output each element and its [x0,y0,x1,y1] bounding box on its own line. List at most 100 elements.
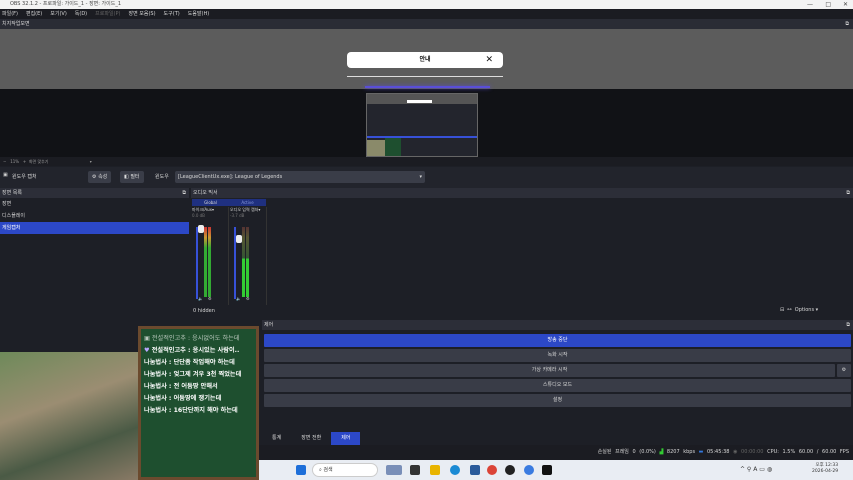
start-virtual-camera-button[interactable]: 가상 카메라 시작 [264,364,835,377]
menu-view[interactable]: 보기(V) [50,9,67,19]
window-icon: ▣ [3,172,8,178]
filters-button[interactable]: ◧ 필터 [120,171,144,183]
tab-controls[interactable]: 제어 [331,432,361,445]
preview-canvas[interactable]: 안내 ✕ [0,29,853,157]
layout-icon[interactable]: ⊟ [780,307,784,313]
zoom-in-button[interactable]: + [23,159,26,164]
options-button[interactable]: Options ▾ [795,307,818,313]
tab-stats[interactable]: 통계 [262,432,291,445]
zoom-level: 11% [10,159,20,164]
app-icon[interactable] [524,465,534,475]
filter-icon: ◧ [124,174,129,180]
filters-label: 필터 [130,174,140,180]
window-select-value: [LeagueClientUx.exe]: League of Legends [178,174,283,180]
preview-dock-header: 치지작업모면 ⧉ [0,19,853,29]
scene-item[interactable]: 장면 [0,198,189,210]
tab-global[interactable]: Global [192,199,229,206]
title-bar: OBS 32.1.2 - 프로파일: 가이드_1 - 장면: 가이드_1 — □… [0,0,853,9]
close-button[interactable]: ✕ [843,0,848,9]
start-recording-button[interactable]: 녹화 시작 [264,349,851,362]
gear-icon[interactable]: ⚙ [208,296,212,301]
studio-mode-button[interactable]: 스튜디오 모드 [264,379,851,392]
controls-title: 제어 [264,322,274,328]
controls-header: 제어 ⧉ [262,320,853,330]
menu-docks[interactable]: 독(D) [75,9,87,19]
app-icon[interactable] [542,465,552,475]
menu-edit[interactable]: 편집(E) [26,9,42,19]
tray-icons[interactable]: ^ ⚲ A ▭ ◍ [740,466,772,473]
speaker-icon[interactable]: 🔈 [236,296,241,301]
divider [347,76,503,77]
volume-slider[interactable] [196,225,204,299]
cpu-usage: CPU: 1.5% [767,449,796,455]
gear-icon: ⚙ [841,367,847,373]
chat-message: 나눔법사 : 엊그제 겨우 3천 찍었는데 [144,371,242,378]
tab-active[interactable]: Active [229,199,266,206]
chat-message: 나눔법사 : 16단단까지 해야 하는데 [144,407,238,414]
stream-icon: ▬ [698,449,704,455]
badge-icon: ▣ [144,335,150,342]
menu-help[interactable]: 도움말(H) [188,9,209,19]
link-icon[interactable]: ⚯ [787,307,791,313]
dialog-title: 안내 [419,56,431,63]
mixer-tabs: Global Active [192,199,266,206]
dock-popout-icon[interactable]: ⧉ [846,320,850,330]
properties-button[interactable]: ⚙ 속성 [88,171,112,183]
dock-popout-icon[interactable]: ⧉ [182,188,186,198]
source-name: 윈도우 캡처 [12,174,37,180]
bottom-tabs: 통계 장면 전환 제어 [262,432,361,445]
start-icon[interactable] [296,465,306,475]
edge-icon[interactable] [450,465,460,475]
menu-profile[interactable]: 프로파일(P) [95,9,120,19]
volume-meter [242,227,245,297]
scenes-title: 장면 목록 [2,190,22,196]
hidden-count: 0 hidden [193,308,215,314]
nested-preview-thumbnail [366,93,478,157]
search-label: 검색 [323,467,333,473]
chat-overlay: ▣ 전설적인고추 : 응시없어도 하는데 ♥ 전설적인고추 : 응시있는 사람이… [138,326,259,480]
minimize-button[interactable]: — [807,0,813,9]
highlight-bar [365,86,490,88]
search-icon: ⌕ [319,467,322,473]
webcam-overlay [0,352,140,480]
stop-streaming-button[interactable]: 방송 중단 [264,334,851,347]
scene-item[interactable]: 디스플레이 [0,210,189,222]
channel-db: -3.7 dB [230,213,245,218]
fit-to-screen-button[interactable]: 화면 맞추기 [29,159,49,164]
settings-button[interactable]: 설정 [264,394,851,407]
menu-tools[interactable]: 도구(T) [164,9,180,19]
volume-meter [204,227,207,297]
menu-file[interactable]: 파일(F) [2,9,18,19]
volume-slider[interactable] [234,227,242,299]
clock[interactable]: 오후 12:33 2026-04-29 [812,463,838,475]
taskbar-search[interactable]: ⌕ 검색 [312,463,378,477]
zoom-out-button[interactable]: − [3,159,6,164]
tab-scene-transitions[interactable]: 장면 전환 [291,432,331,445]
widget-icon[interactable] [386,465,402,475]
menu-scene-collection[interactable]: 장면 모음(S) [128,9,155,19]
chat-message: 나눔법사 : 단단좀 작업해야 하는데 [144,359,235,366]
gear-icon[interactable]: ⚙ [246,296,250,301]
obs-icon[interactable] [505,465,515,475]
dock-popout-icon[interactable]: ⧉ [845,19,849,29]
chrome-icon[interactable] [487,465,497,475]
virtual-camera-settings-button[interactable]: ⚙ [837,364,851,377]
store-icon[interactable] [470,465,480,475]
source-toolbar: ▣ 윈도우 캡처 ⚙ 속성 ◧ 필터 윈도우 [LeagueClientUx.e… [0,167,853,188]
maximize-button[interactable]: □ [825,0,831,9]
speaker-icon[interactable]: 🔈 [198,296,203,301]
stream-time: 05:45:38 [707,449,730,455]
window-select[interactable]: [LeagueClientUx.exe]: League of Legends ▾ [175,171,425,183]
mixer-footer: ⊟ ⚯ Options ▾ [780,307,818,313]
task-view-icon[interactable] [410,465,420,475]
mixer-title: 오디오 믹서 [193,190,218,196]
folder-icon[interactable] [430,465,440,475]
chevron-down-icon: ▾ [419,174,422,180]
chat-message: 나눔법사 : 어둠땅에 쟁기는데 [144,395,222,402]
channel-db: 0.0 dB [192,213,205,218]
bitrate: 8207 kbps [666,449,696,455]
chevron-down-icon[interactable]: ▾ [90,159,92,164]
scene-item-selected[interactable]: 게임캡처 [0,222,189,234]
dock-popout-icon[interactable]: ⧉ [846,188,850,198]
heart-icon: ♥ [144,347,150,354]
